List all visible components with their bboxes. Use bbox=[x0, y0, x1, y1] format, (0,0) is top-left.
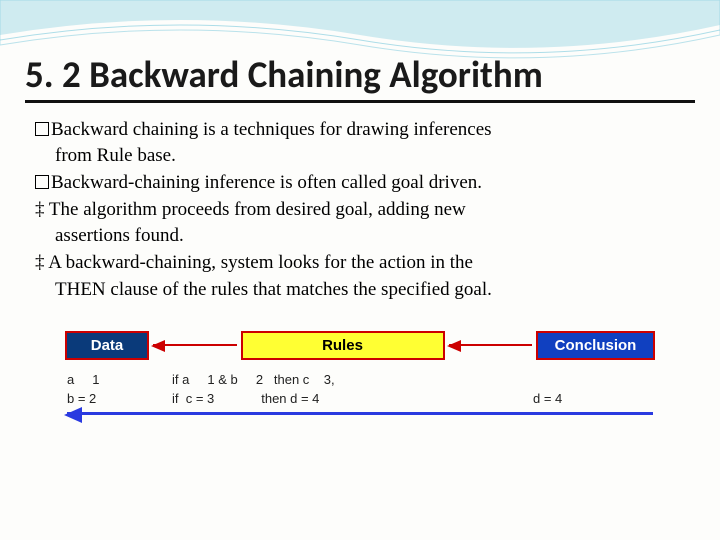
slide-title: 5. 2 Backward Chaining Algorithm bbox=[25, 55, 695, 103]
rules-box: Rules bbox=[241, 331, 445, 360]
square-bullet-icon bbox=[35, 175, 49, 189]
data-cell: b = 2 bbox=[67, 391, 172, 406]
arrow-left-icon bbox=[153, 344, 237, 346]
slide-body: Backward chaining is a techniques for dr… bbox=[25, 118, 695, 303]
diagram-boxes-row: Data Rules Conclusion bbox=[65, 331, 655, 360]
bullet-text: THEN clause of the rules that matches th… bbox=[35, 278, 695, 303]
rule-cell: if a 1 & b 2 then c 3, bbox=[172, 372, 533, 387]
bullet-text: assertions found. bbox=[35, 224, 695, 249]
data-cell: a 1 bbox=[67, 372, 172, 387]
bullet-text: ‡ The algorithm proceeds from desired go… bbox=[35, 198, 695, 223]
bullet-text: Backward-chaining inference is often cal… bbox=[51, 172, 482, 193]
rule-cell: if c = 3 then d = 4 bbox=[172, 391, 533, 406]
diagram-text-row: b = 2 if c = 3 then d = 4 d = 4 bbox=[65, 391, 655, 406]
bullet-text: Backward chaining is a techniques for dr… bbox=[51, 119, 492, 140]
long-arrow-left-icon bbox=[67, 412, 653, 415]
data-box: Data bbox=[65, 331, 149, 360]
bullet-text: from Rule base. bbox=[35, 144, 695, 169]
bullet-text: ‡ A backward-chaining, system looks for … bbox=[35, 251, 695, 276]
arrow-left-icon bbox=[449, 344, 533, 346]
diagram-text-row: a 1 if a 1 & b 2 then c 3, bbox=[65, 372, 655, 387]
square-bullet-icon bbox=[35, 122, 49, 136]
diagram: Data Rules Conclusion a 1 if a 1 & b 2 t… bbox=[65, 331, 655, 415]
conclusion-box: Conclusion bbox=[536, 331, 655, 360]
conclusion-cell bbox=[533, 372, 653, 387]
conclusion-cell: d = 4 bbox=[533, 391, 653, 406]
